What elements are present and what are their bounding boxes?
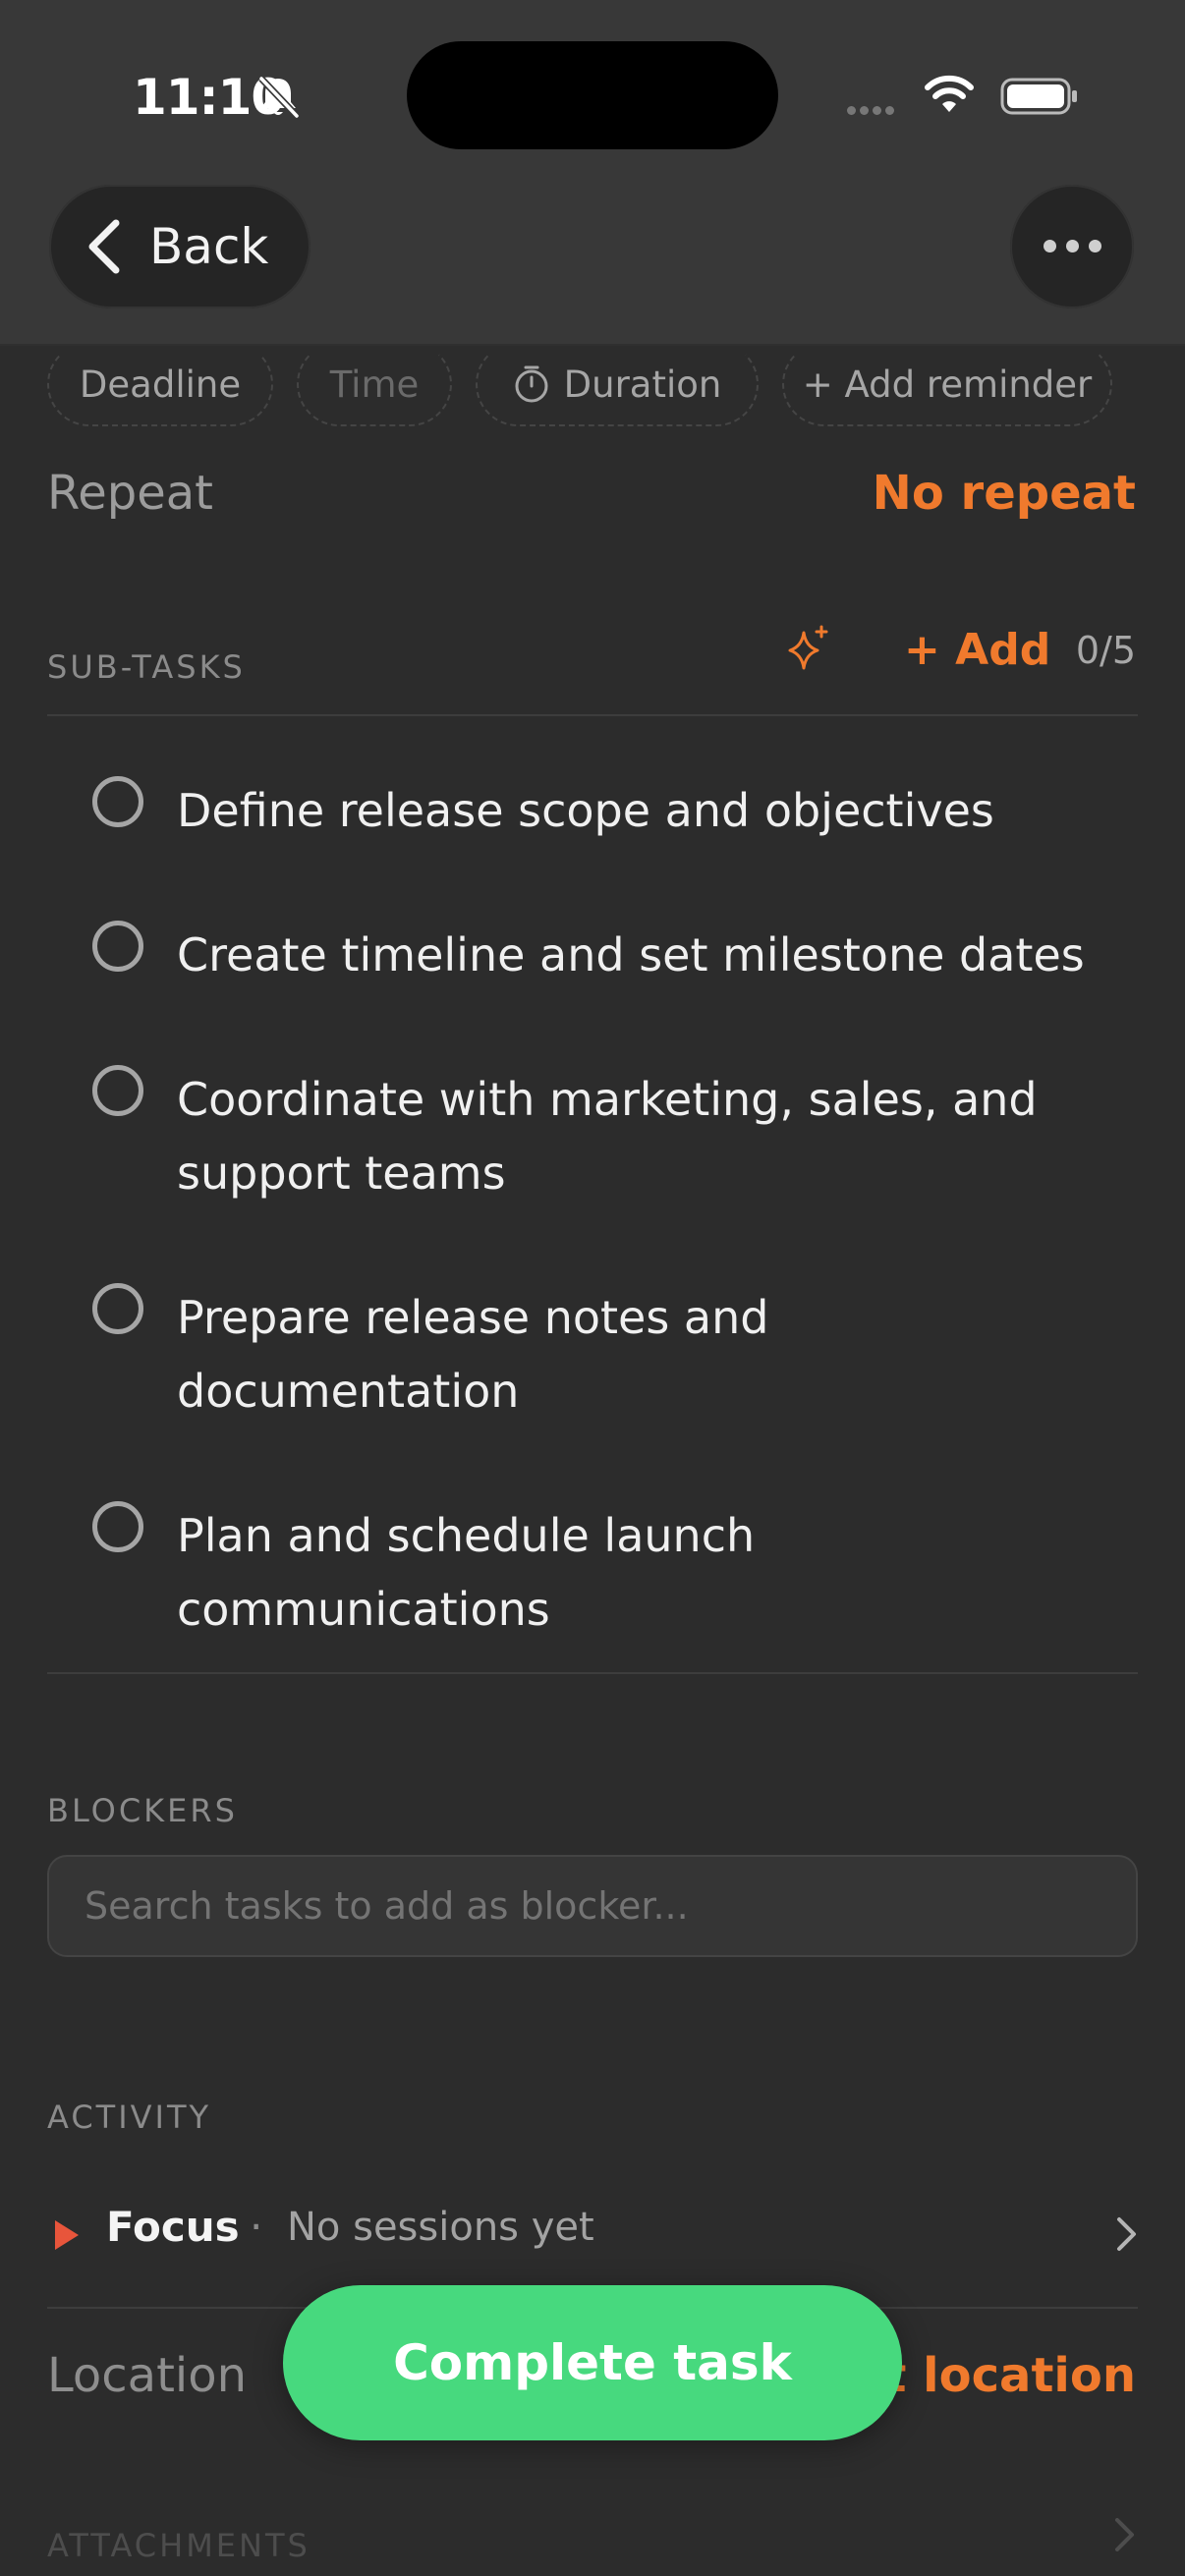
ellipsis-icon (1039, 238, 1106, 256)
complete-task-label: Complete task (393, 2334, 792, 2391)
focus-sessions-value: No sessions yet (287, 2205, 594, 2250)
subtask-text[interactable]: Define release scope and objectives (177, 774, 1120, 848)
navigation-header: 11:10 Back (0, 0, 1185, 346)
stopwatch-icon (515, 365, 548, 403)
play-icon (55, 2220, 79, 2250)
deadline-chip-label: Deadline (79, 363, 242, 406)
divider (47, 1672, 1138, 1674)
chevron-right-icon[interactable] (1114, 2517, 1136, 2552)
subtask-text[interactable]: Prepare release notes and documentation (177, 1281, 865, 1428)
duration-chip[interactable]: Duration (476, 342, 759, 426)
time-chip[interactable]: Time (297, 342, 452, 426)
focus-label: Focus (106, 2203, 240, 2251)
time-chip-label: Time (329, 363, 420, 406)
duration-chip-label: Duration (563, 363, 722, 406)
complete-task-button[interactable]: Complete task (283, 2285, 902, 2440)
back-button-label: Back (149, 218, 269, 275)
sparkle-icon[interactable] (784, 625, 831, 672)
cellular-signal-icon (847, 100, 898, 119)
subtasks-section-title: SUB-TASKS (47, 648, 246, 686)
divider (47, 714, 1138, 716)
subtask-checkbox[interactable] (92, 1501, 143, 1552)
subtask-text[interactable]: Plan and schedule launch communications (177, 1499, 865, 1647)
blocker-search-input[interactable] (47, 1855, 1138, 1957)
subtask-checkbox[interactable] (92, 921, 143, 972)
subtask-count: 0/5 (1075, 629, 1136, 672)
repeat-value-button[interactable]: No repeat (873, 466, 1136, 521)
battery-icon (1000, 78, 1077, 115)
subtask-checkbox[interactable] (92, 1283, 143, 1334)
bell-slash-icon (258, 76, 300, 119)
chevron-left-icon (88, 219, 120, 274)
dynamic-island (407, 41, 778, 149)
subtask-checkbox[interactable] (92, 776, 143, 827)
repeat-label: Repeat (47, 466, 213, 521)
blockers-section-title: BLOCKERS (47, 1792, 238, 1829)
subtask-text[interactable]: Create timeline and set milestone dates (177, 919, 1120, 992)
back-button[interactable]: Back (49, 185, 310, 308)
attachments-section-title: ATTACHMENTS (47, 2527, 310, 2564)
add-reminder-chip[interactable]: + Add reminder (782, 342, 1112, 426)
location-label: Location (47, 2348, 248, 2403)
separator-dot: · (250, 2203, 263, 2251)
subtask-text[interactable]: Coordinate with marketing, sales, and su… (177, 1063, 1120, 1210)
chevron-right-icon (1117, 2217, 1136, 2251)
activity-section-title: ACTIVITY (47, 2099, 212, 2136)
add-subtask-button[interactable]: + Add (904, 625, 1050, 675)
deadline-chip[interactable]: Deadline (47, 342, 273, 426)
focus-activity-row[interactable]: Focus · No sessions yet (47, 2199, 1138, 2297)
subtask-checkbox[interactable] (92, 1065, 143, 1116)
wifi-icon (925, 75, 974, 112)
more-options-button[interactable] (1010, 185, 1134, 308)
add-reminder-chip-label: + Add reminder (802, 363, 1093, 406)
